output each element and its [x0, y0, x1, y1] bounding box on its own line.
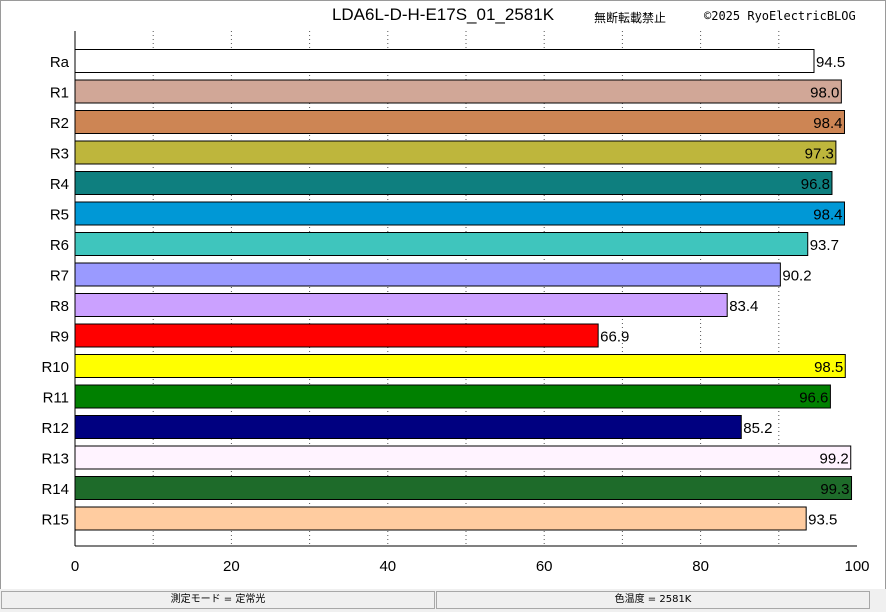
bar-r10: [74, 354, 846, 378]
copyright-text: ©2025 RyoElectricBLOG: [704, 9, 856, 23]
x-tick-label: 80: [692, 558, 709, 575]
category-label: R4: [50, 176, 69, 193]
value-label: 98.4: [813, 207, 842, 224]
category-label: R6: [50, 237, 69, 254]
category-label: R1: [50, 85, 69, 102]
category-label: R3: [50, 146, 69, 163]
bars: [74, 49, 853, 531]
x-tick-label: 100: [844, 558, 869, 575]
category-label: R2: [50, 115, 69, 132]
x-tick-label: 60: [536, 558, 553, 575]
category-label: R7: [50, 268, 69, 285]
x-tick-labels: 0 20 40 60 80 100: [71, 558, 870, 575]
value-label: 98.0: [810, 85, 839, 102]
category-label: R10: [41, 359, 69, 376]
value-label: 83.4: [729, 298, 758, 315]
category-label: R14: [41, 481, 69, 498]
bar-r3: [74, 140, 837, 165]
bar-r11: [74, 384, 831, 409]
category-labels: Ra R1 R2 R3 R4 R5 R6 R7 R8 R9 R10 R11 R12 R13 R14 R15: [41, 54, 69, 529]
category-label: Ra: [50, 54, 70, 71]
no-reprint-notice: 無断転載禁止: [594, 11, 667, 25]
value-label: 99.3: [820, 481, 849, 498]
value-label: 97.3: [805, 146, 834, 163]
bar-r15: [74, 506, 807, 531]
bar-r6: [74, 232, 809, 256]
status-measure-mode: 測定モード = 定常光: [1, 591, 435, 609]
x-tick-label: 0: [71, 558, 79, 575]
bar-ra: [74, 49, 815, 73]
cri-bar-chart: Ra R1 R2 R3 R4 R5 R6 R7 R8 R9 R10 R11 R12 R13 R14 R15 9…: [41, 31, 870, 575]
bar-r1: [74, 79, 842, 104]
value-label: 96.8: [801, 176, 830, 193]
bar-r9: [74, 323, 599, 348]
value-label: 98.4: [813, 115, 842, 132]
status-color-temperature: 色温度 = 2581K: [436, 591, 870, 609]
category-label: R9: [50, 329, 69, 346]
bar-r12: [74, 415, 742, 439]
value-label: 93.5: [808, 512, 837, 529]
value-label: 94.5: [816, 54, 845, 71]
value-label: 85.2: [743, 420, 772, 437]
bar-r5: [74, 201, 845, 226]
bar-r13: [74, 445, 852, 470]
category-label: R11: [43, 390, 69, 407]
chart-title: LDA6L-D-H-E17S_01_2581K: [331, 5, 555, 24]
value-label: 66.9: [600, 329, 629, 346]
category-label: R13: [41, 451, 69, 468]
bar-r4: [74, 171, 833, 195]
value-label: 96.6: [799, 390, 828, 407]
value-label: 99.2: [820, 451, 849, 468]
bar-r8: [74, 293, 728, 317]
category-label: R15: [41, 512, 69, 529]
x-tick-label: 20: [223, 558, 240, 575]
bar-r14: [74, 476, 853, 500]
status-bar: 測定モード = 定常光 色温度 = 2581K: [0, 589, 886, 612]
bar-r2: [74, 110, 845, 134]
category-label: R5: [50, 207, 69, 224]
value-label: 90.2: [782, 268, 811, 285]
bar-r7: [74, 262, 781, 287]
category-label: R12: [41, 420, 69, 437]
value-label: 93.7: [810, 237, 839, 254]
value-label: 98.5: [814, 359, 843, 376]
x-tick-label: 40: [379, 558, 396, 575]
category-label: R8: [50, 298, 69, 315]
